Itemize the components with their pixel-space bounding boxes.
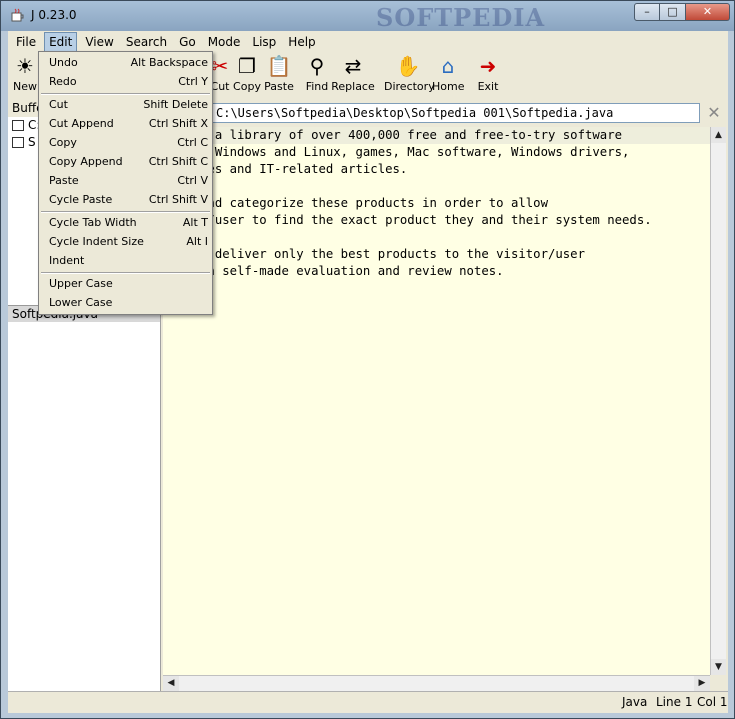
menu-help[interactable]: Help [284,32,319,52]
java-cup-icon [11,8,24,22]
menu-bar: File Edit View Search Go Mode Lisp Help [8,31,728,53]
find-button[interactable]: ⚲ Find [303,53,331,95]
status-line: Line 1 [656,695,693,709]
menu-item-indent[interactable]: Indent [39,251,212,270]
menu-item-undo[interactable]: Undo Alt Backspace [39,53,212,72]
menu-item-paste[interactable]: Paste Ctrl V [39,171,212,190]
replace-icon: ⇄ [344,54,362,78]
new-label: New [13,80,37,93]
menu-item-cycle-tab-width[interactable]: Cycle Tab Width Alt T [39,213,212,232]
paste-label: Paste [264,80,294,93]
buffer-item-label: S [28,135,36,149]
watermark-logo: SOFTPEDIA [376,3,546,32]
clipboard-paste-icon: 📋 [266,54,292,78]
copy-label: Copy [233,80,261,93]
menu-item-redo[interactable]: Redo Ctrl Y [39,72,212,91]
new-file-icon: ☀ [16,54,34,78]
menu-view[interactable]: View [81,32,117,52]
maximize-button[interactable]: □ [660,3,686,21]
new-button[interactable]: ☀ New [10,53,40,95]
menu-item-copy-append[interactable]: Copy Append Ctrl Shift C [39,152,212,171]
menu-mode[interactable]: Mode [204,32,245,52]
menu-go[interactable]: Go [175,32,200,52]
clear-path-icon[interactable]: ✕ [706,105,722,121]
editor-line: er with self-made evaluation and review … [163,264,504,278]
home-label: Home [432,80,465,93]
home-button[interactable]: ⌂ Home [432,53,464,95]
editor-line: ive to deliver only the best products to… [163,247,585,261]
exit-button[interactable]: ➜ Exit [474,53,502,95]
menu-item-copy[interactable]: Copy Ctrl C [39,133,212,152]
menu-item-cycle-paste[interactable]: Cycle Paste Ctrl Shift V [39,190,212,209]
scroll-right-icon[interactable]: ▶ [694,676,710,691]
menu-item-cut-append[interactable]: Cut Append Ctrl Shift X [39,114,212,133]
menu-lisp[interactable]: Lisp [248,32,280,52]
editor-line: view and categorize these products in or… [163,196,548,210]
file-path-field[interactable]: C:\Users\Softpedia\Desktop\Softpedia 001… [165,103,700,123]
exit-door-icon: ➜ [479,54,497,78]
horizontal-scrollbar[interactable]: ◀ ▶ [163,675,710,691]
copy-button[interactable]: ❐ Copy [232,53,262,95]
application-window: J 0.23.0 SOFTPEDIA – □ ✕ File Edit View … [0,0,735,719]
close-button[interactable]: ✕ [686,3,730,21]
directory-label: Directory [384,80,435,93]
window-title: J 0.23.0 [31,8,77,22]
menu-file[interactable]: File [12,32,40,52]
menu-item-cut[interactable]: Cut Shift Delete [39,95,212,114]
find-label: Find [305,80,329,93]
menu-search[interactable]: Search [122,32,171,52]
scroll-up-icon[interactable]: ▲ [711,127,726,143]
edit-menu-dropdown: Undo Alt Backspace Redo Ctrl Y Cut Shift De… [38,51,213,315]
scroll-left-icon[interactable]: ◀ [163,676,179,691]
home-icon: ⌂ [441,54,455,78]
menu-item-upper-case[interactable]: Upper Case [39,274,212,293]
status-mode: Java [622,695,648,709]
minimize-button[interactable]: – [634,3,660,21]
scroll-down-icon[interactable]: ▼ [711,659,726,675]
editor-line: isitor/user to find the exact product th… [163,213,652,227]
file-icon [12,137,24,148]
status-col: Col 1 [697,695,728,709]
vertical-scrollbar[interactable]: ▲ ▼ [710,127,726,675]
editor-line: devices and IT-related articles. [163,162,408,176]
binoculars-icon: ⚲ [309,54,325,78]
directory-hand-icon: ✋ [395,54,421,78]
status-bar: Java Line 1 Col 1 [8,691,728,713]
editor-line: ms for Windows and Linux, games, Mac sof… [163,145,630,159]
menu-edit[interactable]: Edit [44,32,78,52]
menu-item-lower-case[interactable]: Lower Case [39,293,212,312]
folder-icon [12,120,24,131]
replace-button[interactable]: ⇄ Replace [331,53,375,95]
copy-icon: ❐ [238,54,256,78]
text-editor[interactable]: dia is a library of over 400,000 free an… [163,127,710,675]
menu-item-cycle-indent-size[interactable]: Cycle Indent Size Alt I [39,232,212,251]
directory-button[interactable]: ✋ Directory [384,53,435,95]
exit-label: Exit [477,80,499,93]
replace-label: Replace [331,80,375,93]
editor-line: dia is a library of over 400,000 free an… [163,127,710,144]
title-bar[interactable]: J 0.23.0 SOFTPEDIA – □ ✕ [1,1,734,32]
paste-button[interactable]: 📋 Paste [262,53,296,95]
